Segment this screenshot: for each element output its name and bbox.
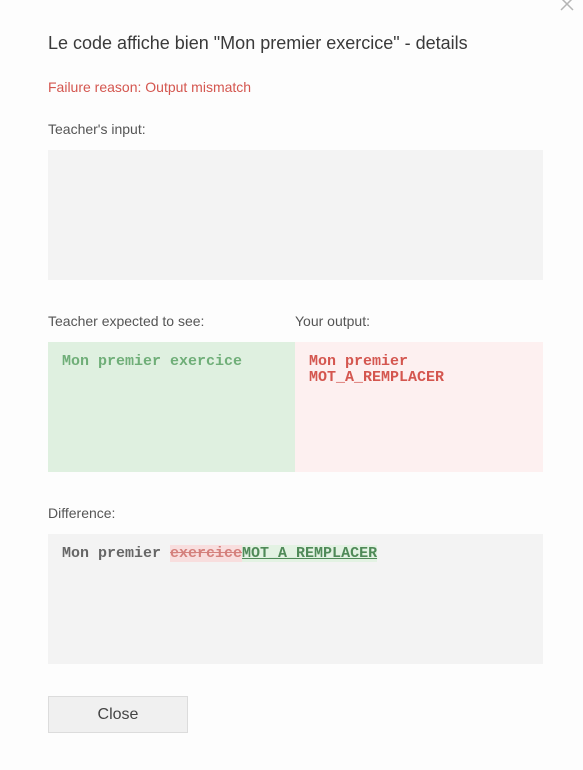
difference-box: Mon premier exerciceMOT_A_REMPLACER xyxy=(48,534,543,664)
details-modal: Le code affiche bien "Mon premier exerci… xyxy=(0,0,583,770)
diff-common-text: Mon premier xyxy=(62,545,171,562)
output-label: Your output: xyxy=(295,313,370,329)
difference-label: Difference: xyxy=(48,505,116,521)
diff-added-text: MOT_A_REMPLACER xyxy=(242,545,378,562)
failure-reason: Failure reason: Output mismatch xyxy=(48,79,252,95)
close-button[interactable]: Close xyxy=(48,696,188,733)
diff-removed-text: exercice xyxy=(170,545,243,562)
your-output-box: Mon premier MOT_A_REMPLACER xyxy=(295,342,543,472)
close-icon[interactable] xyxy=(557,0,577,14)
expected-label: Teacher expected to see: xyxy=(48,313,205,329)
teacher-input-box xyxy=(48,150,543,280)
teacher-input-label: Teacher's input: xyxy=(48,121,146,137)
expected-output-box: Mon premier exercice xyxy=(48,342,295,472)
close-icon-graphic xyxy=(560,0,574,11)
modal-title: Le code affiche bien "Mon premier exerci… xyxy=(48,33,468,53)
